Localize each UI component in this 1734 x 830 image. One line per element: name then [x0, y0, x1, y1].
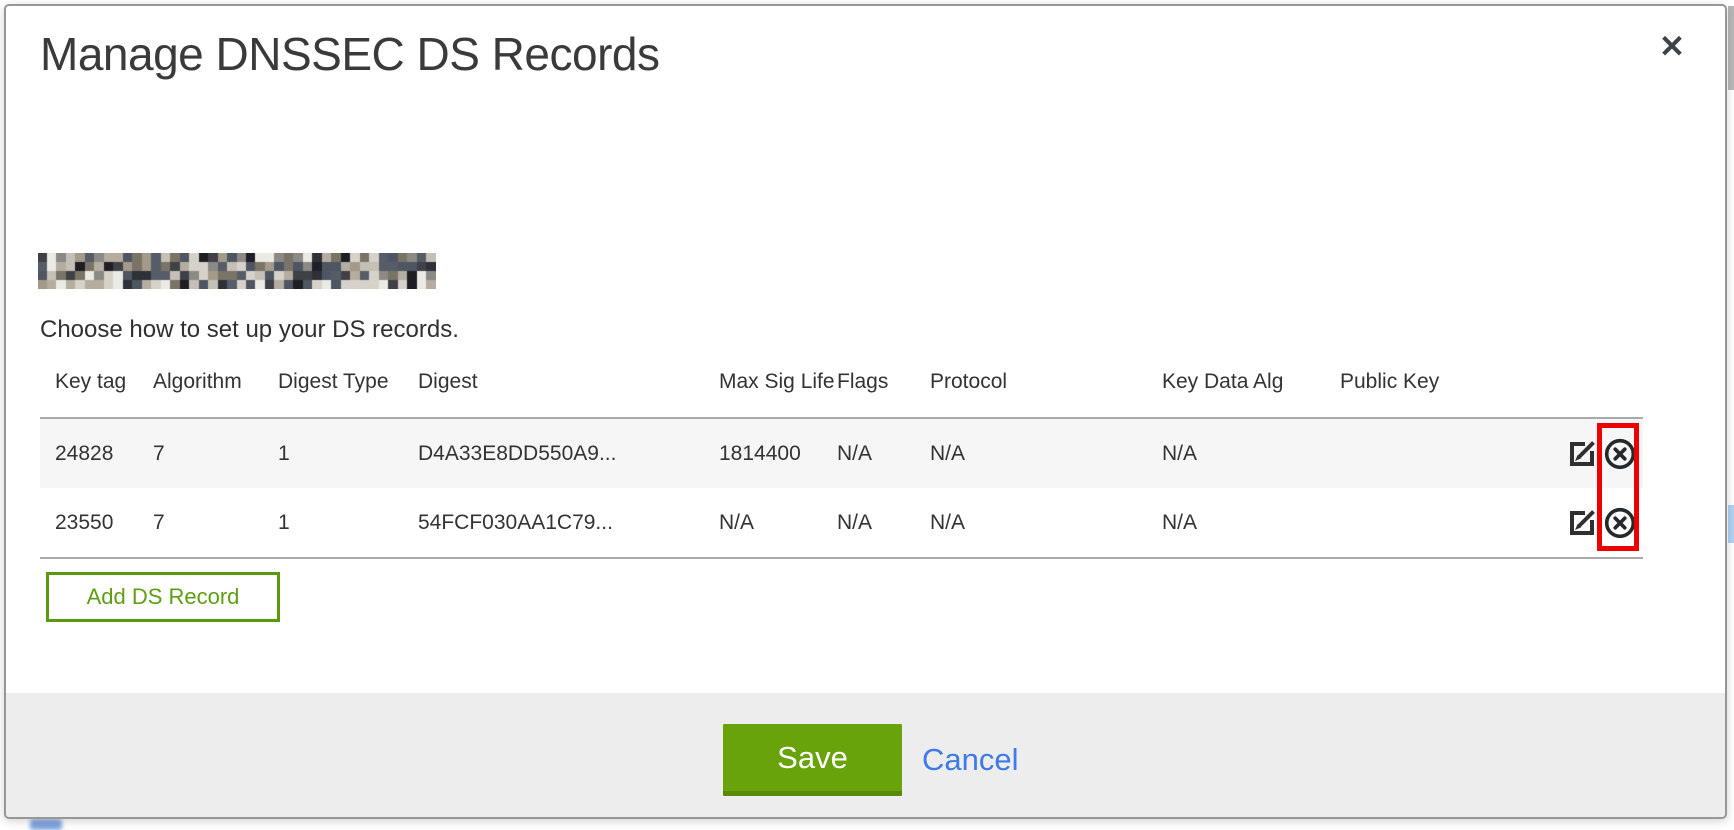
col-header-digest: Digest: [418, 370, 719, 418]
edit-icon[interactable]: [1564, 436, 1600, 472]
ds-record-row: 23550 7 1 54FCF030AA1C79... N/A N/A N/A …: [40, 488, 1643, 558]
add-ds-record-button[interactable]: Add DS Record: [46, 572, 280, 622]
dialog-title: Manage DNSSEC DS Records: [40, 28, 659, 81]
cell-flags: N/A: [837, 418, 930, 488]
cell-key-data-alg: N/A: [1162, 488, 1340, 558]
cell-protocol: N/A: [930, 418, 1162, 488]
cell-algorithm: 7: [153, 488, 278, 558]
cancel-link[interactable]: Cancel: [922, 724, 1019, 796]
cell-digest: 54FCF030AA1C79...: [418, 488, 719, 558]
col-header-public-key: Public Key: [1340, 370, 1560, 418]
col-header-digest-type: Digest Type: [278, 370, 418, 418]
ds-record-row: 24828 7 1 D4A33E8DD550A9... 1814400 N/A …: [40, 418, 1643, 488]
col-header-actions: [1560, 370, 1643, 418]
intro-text: Choose how to set up your DS records.: [40, 316, 459, 344]
close-icon: ✕: [1659, 31, 1685, 62]
close-button[interactable]: ✕: [1648, 22, 1696, 70]
col-header-key-tag: Key tag: [40, 370, 153, 418]
cell-digest-type: 1: [278, 418, 418, 488]
save-button[interactable]: Save: [723, 724, 902, 796]
cell-key-data-alg: N/A: [1162, 418, 1340, 488]
background-page-fragment: [30, 819, 62, 830]
row-actions: [1560, 436, 1643, 472]
redacted-domain-name: [38, 253, 436, 289]
delete-icon[interactable]: [1602, 505, 1638, 541]
table-header-row: Key tag Algorithm Digest Type Digest Max…: [40, 370, 1643, 418]
col-header-key-data-alg: Key Data Alg: [1162, 370, 1340, 418]
delete-icon[interactable]: [1602, 436, 1638, 472]
cell-algorithm: 7: [153, 418, 278, 488]
cell-max-sig-life: N/A: [719, 488, 837, 558]
manage-dnssec-dialog: Manage DNSSEC DS Records ✕ Choose how to…: [4, 4, 1727, 819]
cell-public-key: [1340, 488, 1560, 558]
row-actions: [1560, 505, 1643, 541]
cell-public-key: [1340, 418, 1560, 488]
col-header-flags: Flags: [837, 370, 930, 418]
screenshot-stage: Manage DNSSEC DS Records ✕ Choose how to…: [0, 0, 1734, 830]
ds-records-table: Key tag Algorithm Digest Type Digest Max…: [40, 370, 1643, 559]
col-header-max-sig-life: Max Sig Life: [719, 370, 837, 418]
cell-key-tag: 23550: [40, 488, 153, 558]
dialog-footer: Save Cancel: [6, 693, 1725, 817]
cell-key-tag: 24828: [40, 418, 153, 488]
background-blue-strip: [1728, 505, 1734, 543]
cell-digest-type: 1: [278, 488, 418, 558]
background-scrollbar-strip: [1728, 6, 1734, 90]
cell-digest: D4A33E8DD550A9...: [418, 418, 719, 488]
col-header-algorithm: Algorithm: [153, 370, 278, 418]
edit-icon[interactable]: [1564, 505, 1600, 541]
cell-max-sig-life: 1814400: [719, 418, 837, 488]
cell-flags: N/A: [837, 488, 930, 558]
col-header-protocol: Protocol: [930, 370, 1162, 418]
cell-protocol: N/A: [930, 488, 1162, 558]
